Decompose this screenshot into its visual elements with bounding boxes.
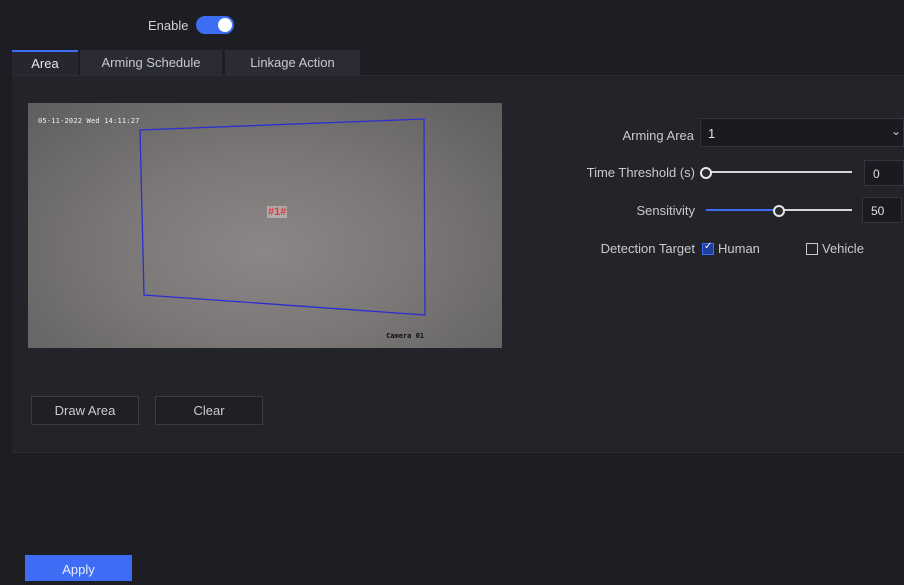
tab-bar: Area Arming Schedule Linkage Action — [12, 50, 904, 76]
slider-track — [706, 171, 852, 173]
tab-arming-schedule[interactable]: Arming Schedule — [80, 50, 222, 75]
enable-row: Enable — [148, 16, 235, 34]
checkbox-checked-icon — [702, 241, 714, 255]
slider-thumb[interactable] — [773, 205, 785, 217]
sensitivity-input[interactable]: 50 — [862, 197, 902, 223]
arming-area-value: 1 — [708, 126, 716, 141]
human-checkbox[interactable]: Human — [702, 241, 760, 256]
time-threshold-input[interactable]: 0 — [864, 160, 904, 186]
osd-camera-name: Camera 01 — [386, 332, 424, 340]
checkbox-empty-icon — [806, 242, 818, 255]
detection-area-outline[interactable] — [28, 103, 502, 348]
chevron-down-icon: ⌄ — [890, 124, 901, 138]
draw-area-button[interactable]: Draw Area — [31, 396, 139, 425]
clear-button[interactable]: Clear — [155, 396, 263, 425]
time-threshold-label: Time Threshold (s) — [586, 165, 695, 180]
slider-fill — [706, 209, 779, 211]
time-threshold-slider[interactable] — [700, 165, 852, 179]
video-preview[interactable]: 05-11-2022 Wed 14:11:27 #1# Camera 01 — [28, 103, 502, 348]
area-id-label: #1# — [267, 206, 288, 218]
tab-linkage-action[interactable]: Linkage Action — [225, 50, 360, 75]
toggle-knob — [218, 18, 233, 32]
arming-area-select[interactable]: 1 ⌄ — [700, 118, 904, 147]
vehicle-checkbox[interactable]: Vehicle — [806, 241, 864, 256]
slider-thumb[interactable] — [700, 167, 712, 179]
sensitivity-slider[interactable] — [706, 203, 852, 217]
human-label: Human — [718, 241, 760, 256]
osd-timestamp: 05-11-2022 Wed 14:11:27 — [38, 117, 140, 125]
enable-label: Enable — [148, 17, 189, 33]
detection-target-label: Detection Target — [600, 241, 695, 256]
sensitivity-label: Sensitivity — [636, 203, 695, 218]
vehicle-label: Vehicle — [822, 241, 864, 256]
arming-area-label: Arming Area — [622, 128, 694, 143]
enable-toggle[interactable] — [196, 16, 235, 34]
apply-button[interactable]: Apply — [25, 555, 132, 581]
tab-area[interactable]: Area — [12, 50, 78, 75]
